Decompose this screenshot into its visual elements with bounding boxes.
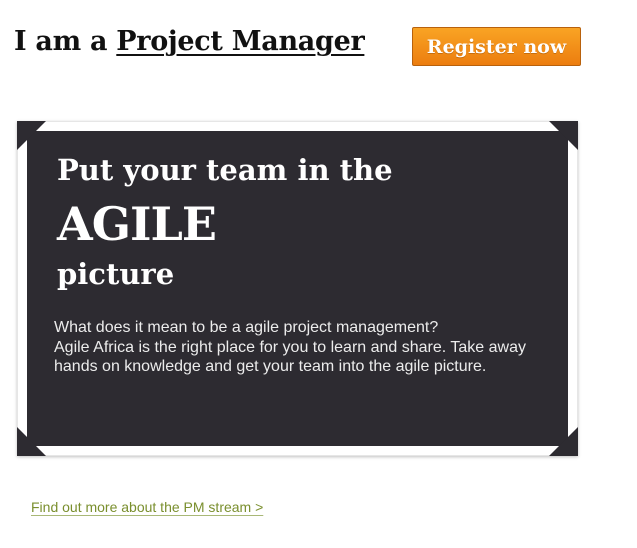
promo-description-question: What does it mean to be a agile project … [54,319,439,336]
frame-corner-bottom-left [17,427,46,456]
promo-description-body: Agile Africa is the right place for you … [54,338,526,376]
pm-stream-link[interactable]: Find out more about the PM stream > [31,499,263,515]
frame-corner-bottom-right [549,427,578,456]
page-heading: I am a Project Manager [14,26,365,57]
frame-corner-top-right [549,121,578,150]
frame-corner-top-left [17,121,46,150]
promo-headline-agile: AGILE [57,197,217,251]
role-label: Project Manager [116,26,365,57]
register-button[interactable]: Register now [412,27,581,66]
promo-headline-line3: picture [57,257,175,291]
heading-prefix: I am a [14,26,117,57]
promo-headline-line1: Put your team in the [57,153,393,187]
promo-description: What does it mean to be a agile project … [54,318,534,377]
